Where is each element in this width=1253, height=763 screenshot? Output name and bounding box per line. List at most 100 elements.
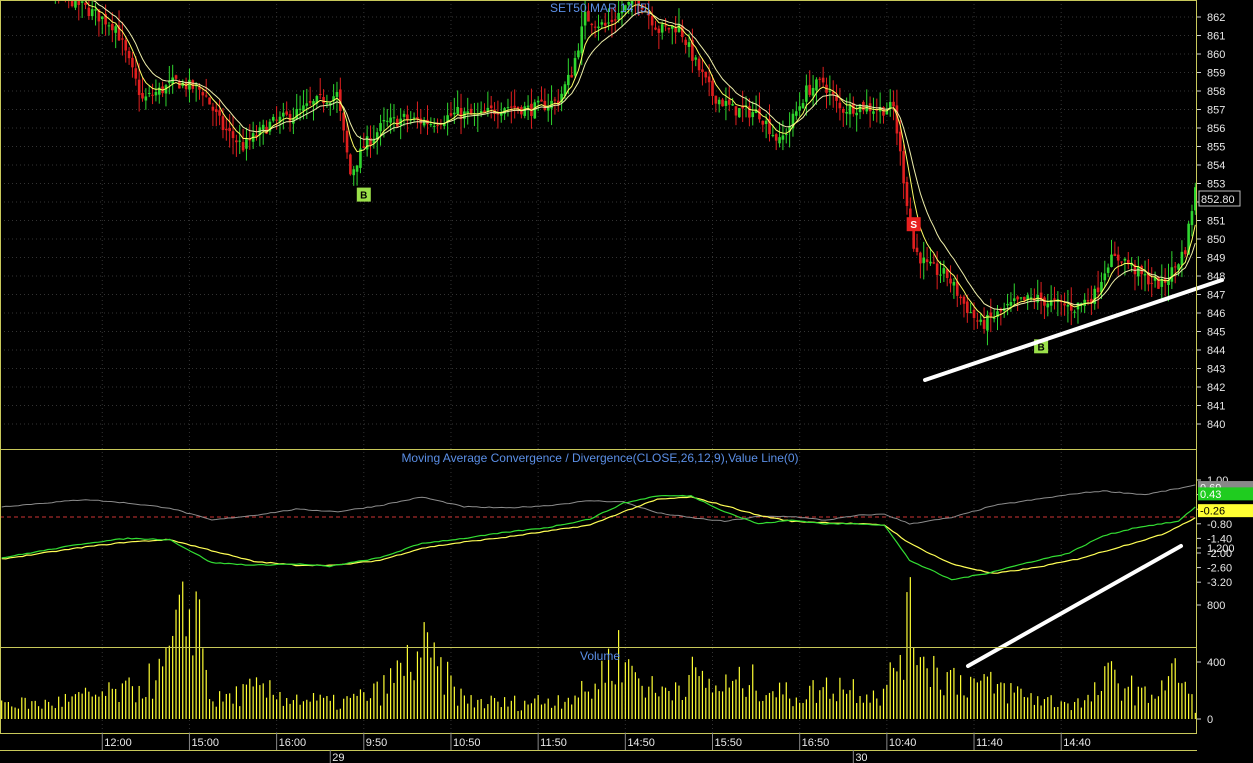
candle-body-161 bbox=[540, 99, 543, 102]
volume-bar-331 bbox=[1110, 661, 1113, 719]
price-tick-18: 844 bbox=[1207, 345, 1225, 357]
volume-bar-204 bbox=[685, 696, 687, 719]
candle-body-239 bbox=[801, 103, 805, 109]
volume-bar-147 bbox=[493, 698, 496, 719]
volume-bar-240 bbox=[805, 699, 807, 719]
volume-bar-221 bbox=[742, 688, 744, 719]
volume-bar-118 bbox=[396, 660, 398, 719]
candle-body-335 bbox=[1123, 258, 1127, 261]
candle-body-318 bbox=[1066, 304, 1070, 307]
volume-bar-207 bbox=[695, 667, 697, 719]
volume-bar-52 bbox=[175, 609, 177, 719]
volume-bar-171 bbox=[574, 695, 576, 719]
volume-bar-351 bbox=[1177, 682, 1180, 719]
volume-bar-17 bbox=[58, 696, 60, 719]
volume-bar-129 bbox=[433, 642, 435, 719]
candle-body-151 bbox=[506, 107, 510, 109]
volume-bar-242 bbox=[812, 680, 814, 719]
volume-bar-194 bbox=[651, 676, 653, 719]
signal-label-2: B bbox=[1037, 342, 1044, 353]
volume-bar-293 bbox=[983, 674, 985, 719]
price-tick-3: 859 bbox=[1207, 68, 1225, 80]
candle-body-196 bbox=[657, 28, 661, 33]
candle-body-302 bbox=[1012, 298, 1016, 301]
volume-bar-332 bbox=[1114, 669, 1116, 719]
volume-bar-208 bbox=[698, 676, 700, 719]
candle-body-69 bbox=[231, 131, 235, 139]
candle-body-197 bbox=[660, 24, 664, 33]
price-tick-21: 841 bbox=[1207, 401, 1225, 413]
volume-bar-312 bbox=[1047, 697, 1049, 719]
candle-body-148 bbox=[496, 113, 500, 115]
volume-bar-244 bbox=[819, 690, 821, 719]
candle-body-73 bbox=[245, 138, 248, 149]
volume-bar-227 bbox=[762, 700, 764, 719]
volume-bar-79 bbox=[265, 697, 268, 719]
volume-bar-122 bbox=[410, 671, 412, 719]
candle-body-95 bbox=[318, 93, 322, 95]
candle-body-114 bbox=[382, 120, 386, 122]
volume-bar-248 bbox=[832, 693, 834, 719]
candle-body-40 bbox=[134, 68, 138, 79]
candle-body-153 bbox=[513, 105, 516, 108]
candle-body-139 bbox=[466, 111, 470, 114]
candle-body-152 bbox=[510, 106, 513, 108]
candle-body-296 bbox=[992, 317, 996, 319]
volume-bar-116 bbox=[390, 668, 392, 719]
candle-body-303 bbox=[1016, 296, 1019, 300]
candle-body-274 bbox=[919, 252, 922, 264]
candle-body-260 bbox=[872, 111, 875, 114]
volume-bar-35 bbox=[118, 702, 120, 719]
volume-bar-48 bbox=[162, 666, 164, 719]
volume-bar-281 bbox=[943, 695, 945, 719]
volume-bar-102 bbox=[343, 698, 345, 719]
signal-label-0: B bbox=[360, 191, 367, 202]
volume-bar-20 bbox=[68, 701, 70, 719]
candle-body-237 bbox=[795, 111, 798, 116]
stock-chart-canvas[interactable]: B S B SET50 MAR 14 [5] 862 861 860 859 858 857 8… bbox=[0, 0, 1253, 763]
volume-bar-66 bbox=[222, 701, 224, 719]
volume-bar-258 bbox=[866, 694, 868, 719]
candle-body-352 bbox=[1180, 251, 1184, 266]
volume-bar-138 bbox=[463, 695, 465, 719]
candle-body-177 bbox=[593, 26, 597, 28]
volume-bar-82 bbox=[276, 699, 278, 719]
volume-bar-315 bbox=[1057, 706, 1059, 719]
candle-body-353 bbox=[1183, 250, 1187, 255]
volume-bar-14 bbox=[48, 701, 50, 719]
volume-bar-353 bbox=[1184, 681, 1186, 719]
volume-bar-282 bbox=[946, 672, 948, 719]
volume-bar-6 bbox=[21, 697, 23, 719]
volume-bar-149 bbox=[500, 707, 502, 719]
candle-body-205 bbox=[687, 42, 691, 47]
volume-bar-137 bbox=[460, 688, 462, 719]
volume-bar-305 bbox=[1023, 696, 1025, 719]
volume-bar-62 bbox=[208, 699, 211, 719]
volume-bar-349 bbox=[1171, 663, 1173, 719]
volume-bar-284 bbox=[953, 667, 955, 719]
volume-bar-333 bbox=[1117, 683, 1119, 719]
candle-body-243 bbox=[815, 79, 818, 91]
candle-body-289 bbox=[969, 312, 972, 314]
volume-bar-327 bbox=[1097, 695, 1099, 719]
volume-bar-192 bbox=[644, 697, 647, 719]
price-tick-15: 847 bbox=[1207, 290, 1225, 302]
volume-bar-144 bbox=[483, 708, 486, 719]
volume-bar-295 bbox=[990, 671, 992, 719]
volume-bar-131 bbox=[440, 657, 442, 719]
volume-bar-75 bbox=[252, 686, 254, 719]
candle-body-41 bbox=[137, 79, 141, 96]
volume-bar-166 bbox=[557, 695, 559, 719]
candle-body-66 bbox=[221, 116, 225, 131]
volume-bar-10 bbox=[34, 700, 36, 719]
volume-bar-300 bbox=[1006, 703, 1009, 719]
volume-bar-125 bbox=[420, 657, 422, 719]
x-tick-3: 9:50 bbox=[366, 737, 387, 749]
candle-body-37 bbox=[124, 40, 128, 51]
volume-bar-254 bbox=[852, 679, 854, 719]
candle-body-46 bbox=[154, 92, 158, 96]
volume-bar-329 bbox=[1104, 666, 1106, 719]
volume-bar-287 bbox=[963, 695, 965, 719]
volume-bar-229 bbox=[768, 692, 771, 719]
volume-bar-91 bbox=[306, 699, 308, 719]
